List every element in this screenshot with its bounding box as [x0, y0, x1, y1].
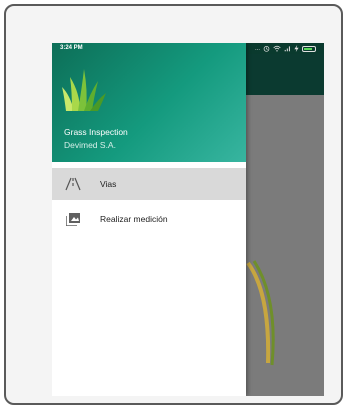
road-icon [65, 177, 81, 191]
battery-icon [302, 45, 316, 52]
drawer-header: 3:24 PM Grass Inspection Devimed S.A. [52, 43, 246, 162]
menu-item-realizar-medicion[interactable]: Realizar medición [52, 203, 246, 235]
menu-item-label: Realizar medición [100, 214, 168, 224]
status-time: 3:24 PM [60, 45, 83, 51]
wifi-icon [273, 45, 281, 52]
status-icons: ... [255, 44, 316, 53]
phone-screen: ... 3:24 PM Grass Inspection Devimed S.A… [52, 43, 324, 396]
app-title: Grass Inspection [64, 127, 128, 137]
grass-logo-icon [62, 69, 106, 111]
photo-icon [65, 212, 81, 226]
menu-item-label: Vias [100, 179, 117, 189]
overflow-dots: ... [254, 45, 260, 52]
navigation-drawer: 3:24 PM Grass Inspection Devimed S.A. Vi… [52, 43, 246, 396]
charging-icon [294, 45, 299, 52]
menu-item-vias[interactable]: Vias [52, 168, 246, 200]
background-grass-logo [246, 260, 275, 366]
company-name: Devimed S.A. [64, 140, 116, 150]
alarm-icon [263, 46, 270, 52]
signal-icon [284, 46, 290, 52]
device-frame: ... 3:24 PM Grass Inspection Devimed S.A… [4, 4, 343, 405]
